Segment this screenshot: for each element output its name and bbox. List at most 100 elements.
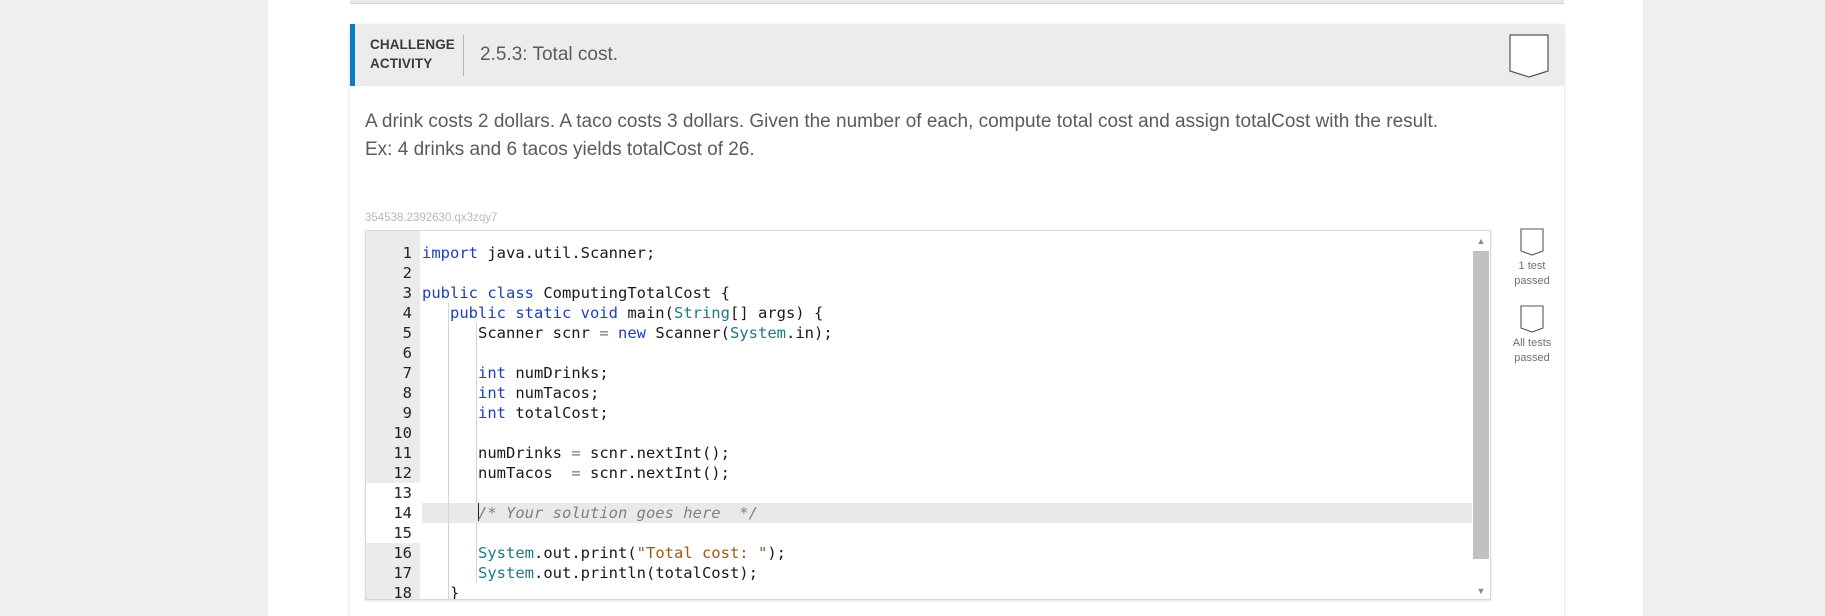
indent-guide bbox=[448, 583, 450, 599]
code-text bbox=[422, 423, 1472, 443]
line-number: 13 bbox=[366, 483, 420, 503]
code-text: System.out.print("Total cost: "); bbox=[422, 543, 1472, 563]
code-line[interactable]: 15 bbox=[366, 523, 1472, 543]
test-passed-badge-icon bbox=[1520, 228, 1544, 256]
line-number: 1 bbox=[366, 243, 420, 263]
code-token: = bbox=[571, 464, 581, 482]
code-line: 7 int numDrinks; bbox=[366, 363, 1472, 383]
code-token: import bbox=[422, 244, 478, 262]
code-text: System.out.println(totalCost); bbox=[422, 563, 1472, 583]
code-text: import java.util.Scanner; bbox=[422, 243, 1472, 263]
code-token: new bbox=[618, 324, 646, 342]
code-line[interactable]: 14 /* Your solution goes here */ bbox=[366, 503, 1472, 523]
code-token: scnr.nextInt(); bbox=[580, 444, 730, 462]
status-1-test-label: 1 test passed bbox=[1500, 259, 1564, 289]
code-text: int totalCost; bbox=[422, 403, 1472, 423]
code-text: numDrinks = scnr.nextInt(); bbox=[422, 443, 1472, 463]
code-token: main( bbox=[617, 304, 674, 322]
code-token: Scanner( bbox=[646, 324, 730, 342]
code-token: int bbox=[478, 364, 506, 382]
scroll-down-arrow-icon[interactable]: ▼ bbox=[1472, 583, 1490, 599]
activity-id: 354538.2392630.qx3zqy7 bbox=[365, 212, 498, 224]
code-line: 8 int numTacos; bbox=[366, 383, 1472, 403]
code-token: /* Your solution goes here */ bbox=[478, 504, 758, 522]
line-number: 2 bbox=[366, 263, 420, 283]
code-token: numDrinks bbox=[422, 444, 572, 462]
code-text: public class ComputingTotalCost { bbox=[422, 283, 1472, 303]
code-line: 3 public class ComputingTotalCost { bbox=[366, 283, 1472, 303]
code-text: int numDrinks; bbox=[422, 363, 1472, 383]
code-token: String bbox=[673, 304, 730, 322]
activity-type-label: CHALLENGE ACTIVITY bbox=[370, 35, 455, 73]
indent-guide bbox=[476, 443, 478, 463]
indent-guide bbox=[476, 483, 478, 503]
status-all-tests-line2: passed bbox=[1514, 352, 1550, 364]
editor-scrollbar[interactable]: ▲ ▼ bbox=[1472, 231, 1490, 599]
status-1-test-line2: passed bbox=[1514, 275, 1550, 287]
code-token: int bbox=[478, 384, 506, 402]
scroll-up-arrow-icon[interactable]: ▲ bbox=[1472, 233, 1490, 249]
indent-guide bbox=[476, 383, 478, 403]
indent-guide bbox=[476, 543, 478, 563]
previous-card-edge bbox=[350, 0, 1564, 4]
line-number: 15 bbox=[366, 523, 420, 543]
code-text: } bbox=[422, 583, 1472, 599]
indent-guide bbox=[476, 523, 478, 543]
indent-guide bbox=[448, 323, 450, 343]
indent-guide bbox=[448, 463, 450, 483]
line-number: 18 bbox=[366, 583, 420, 599]
indent-guide bbox=[476, 323, 478, 343]
code-token: public class bbox=[422, 284, 534, 302]
code-lines: 1 import java.util.Scanner; 2 3 public class… bbox=[366, 243, 1472, 599]
scrollbar-thumb[interactable] bbox=[1473, 251, 1489, 559]
code-line: 6 bbox=[366, 343, 1472, 363]
activity-title: 2.5.3: Total cost. bbox=[480, 44, 619, 65]
code-token: totalCost; bbox=[506, 404, 609, 422]
code-text bbox=[422, 343, 1472, 363]
code-line: 4 public static void main(String[] args)… bbox=[366, 303, 1472, 323]
code-token: numTacos; bbox=[506, 384, 600, 402]
code-line: 17 System.out.println(totalCost); bbox=[366, 563, 1472, 583]
indent-guide bbox=[476, 563, 478, 583]
prompt-line-2: Ex: 4 drinks and 6 tacos yields totalCos… bbox=[365, 139, 755, 160]
indent-guide bbox=[476, 463, 478, 483]
indent-guide bbox=[448, 563, 450, 583]
indent-guide bbox=[448, 403, 450, 423]
code-line: 9 int totalCost; bbox=[366, 403, 1472, 423]
code-token: .in); bbox=[786, 324, 833, 342]
code-token: java.util.Scanner; bbox=[478, 244, 656, 262]
code-text[interactable]: /* Your solution goes here */ bbox=[422, 503, 1472, 523]
line-number: 9 bbox=[366, 403, 420, 423]
line-number: 12 bbox=[366, 463, 420, 483]
indent-guide bbox=[476, 343, 478, 363]
code-text: Scanner scnr = new Scanner(System.in); bbox=[422, 323, 1472, 343]
code-token: = bbox=[571, 444, 581, 462]
activity-type-label-line1: CHALLENGE bbox=[370, 37, 455, 52]
code-line: 5 Scanner scnr = new Scanner(System.in); bbox=[366, 323, 1472, 343]
line-number: 16 bbox=[366, 543, 420, 563]
indent-guide bbox=[448, 423, 450, 443]
all-tests-passed-badge-icon bbox=[1520, 305, 1544, 333]
code-token: System bbox=[478, 544, 534, 562]
code-token: .out.println(totalCost); bbox=[534, 564, 758, 582]
indent-guide bbox=[448, 503, 450, 523]
code-editor[interactable]: 1 import java.util.Scanner; 2 3 public class… bbox=[365, 230, 1491, 600]
code-token: scnr.nextInt(); bbox=[580, 464, 730, 482]
activity-header: CHALLENGE ACTIVITY 2.5.3: Total cost. bbox=[350, 24, 1564, 86]
code-text[interactable] bbox=[422, 523, 1472, 543]
indent-guide bbox=[476, 403, 478, 423]
activity-prompt: A drink costs 2 dollars. A taco costs 3 … bbox=[365, 108, 1438, 164]
code-line: 1 import java.util.Scanner; bbox=[366, 243, 1472, 263]
code-line[interactable]: 13 bbox=[366, 483, 1472, 503]
code-line: 10 bbox=[366, 423, 1472, 443]
code-token: System bbox=[478, 564, 534, 582]
code-text[interactable] bbox=[422, 483, 1472, 503]
line-number: 3 bbox=[366, 283, 420, 303]
indent-guide bbox=[476, 423, 478, 443]
code-text: public static void main(String[] args) { bbox=[422, 303, 1472, 323]
